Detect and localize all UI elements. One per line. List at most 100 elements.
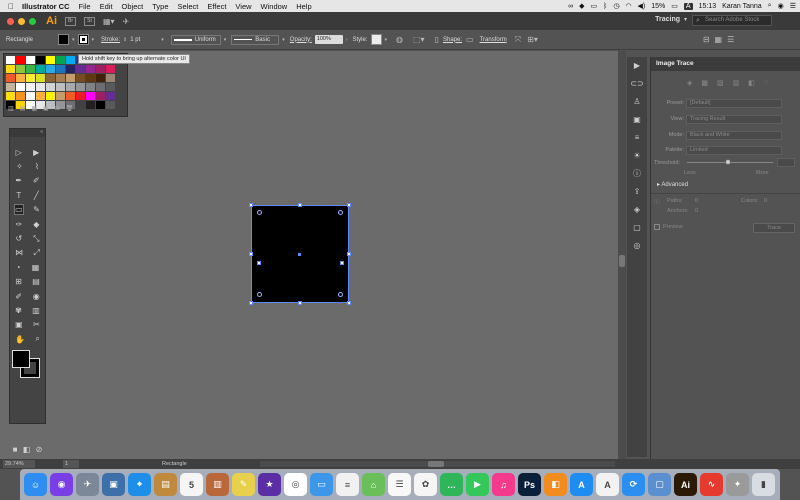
outline-icon[interactable]: ◌ (764, 79, 768, 87)
menu-edit[interactable]: Edit (100, 2, 113, 11)
finder-icon[interactable]: ☺ (24, 473, 47, 496)
battery-icon[interactable]: ▭ (671, 2, 678, 10)
blend-tool-icon[interactable]: ◉ (33, 292, 40, 301)
wifi-icon[interactable]: ◠ (625, 2, 631, 10)
color-swatch[interactable] (86, 83, 95, 91)
stroke-weight-field[interactable]: 1 pt (130, 37, 158, 43)
view-select[interactable]: Tracing Result (686, 115, 782, 124)
notification-center-icon[interactable]: ☰ (790, 2, 796, 10)
fill-swatch[interactable] (58, 34, 69, 45)
color-swatch[interactable] (66, 83, 75, 91)
color-swatch[interactable] (46, 83, 55, 91)
stroke-panel-icon[interactable]: ≡ (627, 129, 647, 147)
line-tool-icon[interactable]: ╱ (34, 191, 39, 200)
grayscale-icon[interactable]: ▥ (733, 79, 740, 87)
color-swatch[interactable] (76, 101, 85, 109)
volume-icon[interactable]: ◀) (638, 2, 646, 10)
chevron-down-icon[interactable]: ▾ (282, 37, 285, 43)
gradient-mode-icon[interactable]: ◧ (23, 445, 31, 454)
ibooks-icon[interactable]: ◧ (544, 473, 567, 496)
zoom-field[interactable]: 29.74% (3, 460, 35, 468)
auto-color-icon[interactable]: ◈ (687, 79, 692, 87)
width-tool-icon[interactable]: ⋈ (15, 248, 23, 257)
opacity-field[interactable]: 100% (314, 35, 343, 44)
image-capture-icon[interactable]: ▣ (102, 473, 125, 496)
collapse-icon[interactable]: « (40, 129, 43, 135)
color-swatch[interactable] (16, 92, 25, 100)
color-swatch[interactable] (46, 56, 55, 64)
color-swatch[interactable] (96, 83, 105, 91)
fill-stroke-widget[interactable] (12, 350, 42, 380)
spotlight-icon[interactable]: ⌕ (768, 2, 772, 10)
horizontal-scrollbar[interactable] (260, 461, 615, 467)
notebook-icon[interactable]: ▤ (154, 473, 177, 496)
scroll-thumb[interactable] (428, 461, 444, 467)
links-icon[interactable]: ⊂⊃ (627, 75, 647, 93)
graphic-style-swatch[interactable] (370, 34, 382, 45)
lasso-tool-icon[interactable]: ⌇ (35, 162, 39, 171)
battery-percent[interactable]: 15% (651, 3, 665, 10)
color-swatch[interactable] (6, 83, 15, 91)
apple-icon[interactable]:  (8, 2, 14, 11)
color-swatch[interactable] (76, 92, 85, 100)
color-swatch[interactable] (36, 56, 45, 64)
fill-indicator[interactable] (12, 350, 30, 368)
zoom-window-button[interactable] (29, 17, 36, 25)
color-swatch[interactable] (106, 92, 115, 100)
menu-help[interactable]: Help (296, 2, 311, 11)
preview2-icon[interactable]: ▢ (648, 473, 671, 496)
color-swatch[interactable] (106, 101, 115, 109)
pen-tool-icon[interactable]: ✒ (15, 176, 22, 185)
color-swatch[interactable] (56, 83, 65, 91)
chevron-down-icon[interactable]: ▾ (72, 37, 75, 43)
color-mode-icon[interactable]: ■ (13, 445, 18, 454)
color-swatch[interactable] (6, 92, 15, 100)
chevron-down-icon[interactable]: ▾ (224, 37, 227, 43)
artboards-icon[interactable]: ▢ (627, 219, 647, 237)
menu-app-name[interactable]: Illustrator CC (22, 2, 70, 11)
illustrator-icon[interactable]: Ai (674, 473, 697, 496)
chrome-icon[interactable]: ◎ (284, 473, 307, 496)
shape-icon[interactable]: ▯ (435, 35, 439, 44)
image-trace-icon[interactable]: ◎ (627, 237, 647, 255)
panel-tab[interactable]: Image Trace (651, 57, 800, 71)
color-swatch[interactable] (56, 92, 65, 100)
color-swatch[interactable] (6, 74, 15, 82)
corner-widget[interactable] (257, 210, 262, 215)
direct-selection-tool-icon[interactable]: ▶ (33, 148, 39, 157)
swatch-options-icon[interactable]: ▦ (31, 105, 37, 112)
rotate-tool-icon[interactable]: ↺ (15, 234, 22, 243)
preview-checkbox-row[interactable]: Preview (654, 224, 683, 230)
photos-icon[interactable]: ✿ (414, 473, 437, 496)
scroll-thumb[interactable] (619, 255, 625, 267)
reminders-icon[interactable]: ☰ (388, 473, 411, 496)
paintbrush-tool-icon[interactable]: ✎ (33, 205, 40, 214)
arrange-documents-icon[interactable]: ▦▾ (103, 17, 115, 26)
imovie-icon[interactable]: ★ (258, 473, 281, 496)
chevron-down-icon[interactable]: ▾ (385, 37, 388, 43)
stroke-swatch[interactable] (77, 34, 89, 45)
color-swatch[interactable] (106, 83, 115, 91)
chevron-down-icon[interactable]: ▾ (92, 37, 95, 43)
shape-builder-tool-icon[interactable]: ◔ (16, 263, 21, 272)
color-swatch[interactable] (26, 65, 35, 73)
brush-definition[interactable]: Basic (231, 34, 280, 45)
color-swatch[interactable] (16, 56, 25, 64)
transform-label[interactable]: Transform (480, 37, 507, 43)
export-icon[interactable]: ⇪ (627, 183, 647, 201)
appstore-icon[interactable]: A (570, 473, 593, 496)
color-swatch[interactable] (26, 56, 35, 64)
reference-point-icon[interactable]: ⤧ (515, 35, 521, 45)
notes-icon[interactable]: ▥ (206, 473, 229, 496)
preset-select[interactable]: [Default] (686, 99, 782, 108)
color-swatch[interactable] (56, 74, 65, 82)
clock[interactable]: 15:13 (699, 3, 717, 10)
bounding-box-handle[interactable] (257, 261, 261, 265)
column-graph-tool-icon[interactable]: ▥ (32, 306, 40, 315)
free-transform-tool-icon[interactable]: ⤢ (33, 248, 39, 258)
color-swatch[interactable] (66, 92, 75, 100)
color-swatch[interactable] (76, 65, 85, 73)
color-swatch[interactable] (26, 92, 35, 100)
layers-icon[interactable]: ◈ (627, 201, 647, 219)
acrobat-icon[interactable]: A (596, 473, 619, 496)
